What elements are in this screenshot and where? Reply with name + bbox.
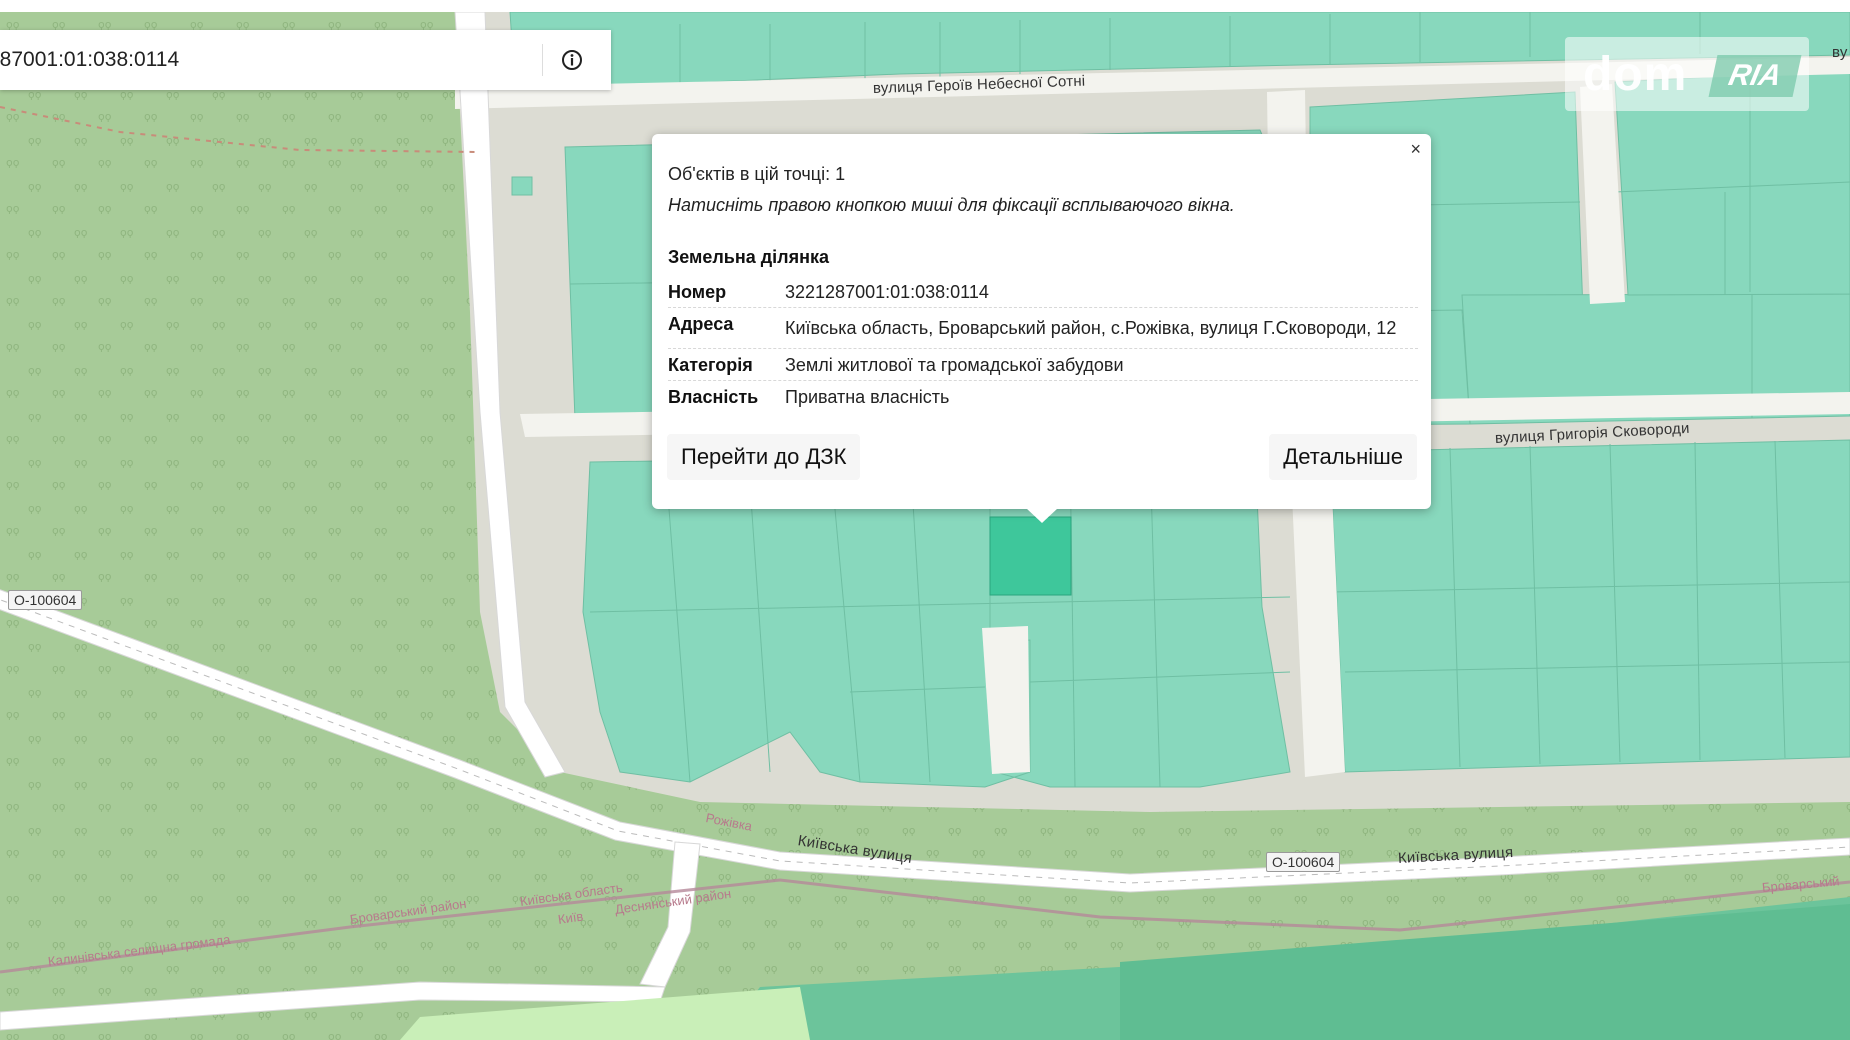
section-title: Земельна ділянка (668, 247, 830, 267)
search-divider (542, 44, 543, 76)
popup-pointer (1026, 508, 1058, 523)
road-shield-2: O-100604 (1266, 852, 1341, 872)
logo-ria-text: RIA (1708, 55, 1802, 97)
popup-hint: Натисніть правою кнопкою миші для фіксац… (668, 195, 1235, 215)
details-button[interactable]: Детальніше (1269, 434, 1417, 480)
attr-value: Землі житлової та громадської забудови (785, 355, 1124, 375)
search-bar (0, 30, 611, 90)
attr-value: Київська область, Броварський район, с.Р… (785, 318, 1397, 338)
attr-row-address: Адреса Київська область, Броварський рай… (668, 308, 1418, 349)
attr-row-ownership: Власність Приватна власність (668, 381, 1418, 412)
attr-key: Власність (668, 387, 759, 407)
attr-key: Категорія (668, 355, 753, 375)
dom-ria-watermark-logo: dom RIA (1565, 37, 1809, 111)
attr-key: Адреса (668, 314, 734, 334)
road-shield-1: O-100604 (8, 590, 83, 610)
attr-row-category: Категорія Землі житлової та громадської … (668, 349, 1418, 381)
selected-parcel[interactable] (989, 516, 1072, 596)
go-to-dzk-button[interactable]: Перейти до ДЗК (667, 434, 861, 480)
small-parcel (511, 176, 533, 196)
objects-count: Об'єктів в цій точці: 1 (668, 164, 846, 184)
parcel-info-popup: × Об'єктів в цій точці: 1 Натисніть прав… (652, 134, 1431, 509)
street-label-edge: ву (1832, 44, 1848, 61)
attr-value: 3221287001:01:038:0114 (785, 282, 989, 302)
attr-value: Приватна власність (785, 387, 950, 407)
cadastral-search-input[interactable] (0, 40, 508, 80)
parcel-attributes-table: Номер 3221287001:01:038:0114 Адреса Київ… (668, 276, 1418, 412)
attr-key: Номер (668, 282, 727, 302)
logo-dom-text: dom (1583, 48, 1688, 101)
attr-row-number: Номер 3221287001:01:038:0114 (668, 276, 1418, 308)
info-circle-icon[interactable] (556, 44, 588, 76)
close-icon[interactable]: × (1410, 140, 1421, 158)
